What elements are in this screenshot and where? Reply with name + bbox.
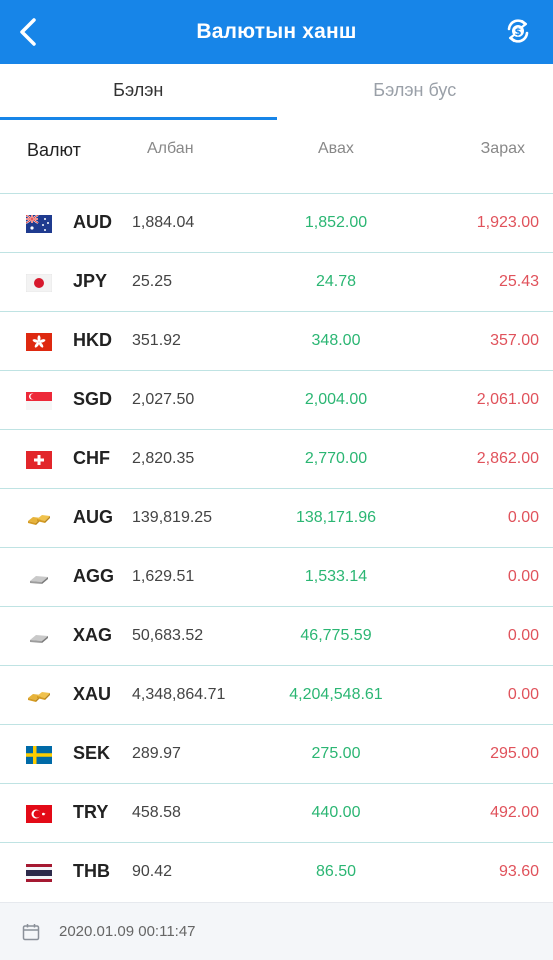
currency-code: SEK [73, 743, 111, 763]
page-title: Валютын ханш [196, 20, 357, 43]
sell-rate: 492.00 [490, 804, 539, 821]
buy-rate: 275.00 [311, 745, 361, 762]
currency-code: XAU [73, 684, 112, 704]
table-row[interactable]: AUG 139,819.25 138,171.96 0.00 [0, 489, 553, 548]
se-flag-icon [26, 746, 52, 764]
column-header-buy: Авах [318, 140, 354, 157]
official-rate: 139,819.25 [132, 509, 213, 526]
sell-rate: 25.43 [498, 273, 539, 290]
svg-text:$: $ [515, 27, 522, 38]
tab-bar: Бэлэн Бэлэн бус [0, 64, 553, 120]
buy-rate: 46,775.59 [300, 627, 372, 644]
currency-code: AUD [73, 212, 112, 232]
footer: 2020.01.09 00:11:47 [0, 902, 553, 960]
sell-rate: 1,923.00 [476, 214, 539, 231]
rates-table: Валют Албан Авах Зарах AUD 1,884.04 1,85… [0, 120, 553, 902]
gold-bars-icon [28, 692, 50, 702]
currency-code: HKD [73, 330, 112, 350]
official-rate: 458.58 [132, 804, 181, 821]
buy-rate: 1,852.00 [304, 214, 368, 231]
buy-rate: 24.78 [315, 273, 357, 290]
silver-bar-icon [30, 635, 48, 643]
jp-flag-icon [26, 274, 52, 292]
currency-code: TRY [73, 802, 109, 822]
sell-rate: 2,061.00 [476, 391, 539, 408]
buy-rate: 440.00 [311, 804, 361, 821]
sell-rate: 357.00 [490, 332, 539, 349]
official-rate: 289.97 [132, 745, 181, 762]
column-header-official: Албан [147, 140, 194, 157]
table-header: Валют Албан Авах Зарах [0, 120, 553, 194]
table-row[interactable]: TRY 458.58 440.00 492.00 [0, 784, 553, 843]
currency-code: JPY [73, 271, 108, 291]
sell-rate: 2,862.00 [476, 450, 539, 467]
column-header-currency: Валют [27, 140, 81, 160]
sell-rate: 0.00 [507, 509, 539, 526]
official-rate: 4,348,864.71 [132, 686, 226, 703]
sell-rate: 93.60 [498, 863, 539, 880]
currency-code: AUG [73, 507, 113, 527]
currency-code: XAG [73, 625, 113, 645]
table-row[interactable]: AUD 1,884.04 1,852.00 1,923.00 [0, 194, 553, 253]
table-row[interactable]: SEK 289.97 275.00 295.00 [0, 725, 553, 784]
au-flag-icon [26, 215, 52, 233]
currency-code: CHF [73, 448, 110, 468]
calendar-icon [22, 924, 40, 941]
official-rate: 25.25 [132, 273, 173, 290]
column-header-sell: Зарах [480, 140, 525, 157]
gold-bars-icon [28, 515, 50, 525]
table-row[interactable]: THB 90.42 86.50 93.60 [0, 843, 553, 902]
currency-exchange-icon: $ [507, 19, 529, 43]
buy-rate: 86.50 [315, 863, 357, 880]
silver-bar-icon [30, 576, 48, 584]
table-row[interactable]: HKD 351.92 348.00 357.00 [0, 312, 553, 371]
th-flag-icon [26, 864, 52, 882]
app-bar: Валютын ханш $ [0, 0, 553, 64]
table-row[interactable]: CHF 2,820.35 2,770.00 2,862.00 [0, 430, 553, 489]
currency-code: THB [73, 861, 110, 881]
official-rate: 50,683.52 [132, 627, 204, 644]
buy-rate: 348.00 [311, 332, 361, 349]
official-rate: 1,629.51 [132, 568, 195, 585]
sg-flag-icon [26, 392, 52, 410]
ch-flag-icon [26, 451, 52, 469]
currency-code: AGG [73, 566, 115, 586]
table-row[interactable]: SGD 2,027.50 2,004.00 2,061.00 [0, 371, 553, 430]
last-updated-timestamp: 2020.01.09 00:11:47 [59, 923, 196, 940]
official-rate: 2,027.50 [132, 391, 195, 408]
table-row[interactable]: XAU 4,348,864.71 4,204,548.61 0.00 [0, 666, 553, 725]
buy-rate: 4,204,548.61 [289, 686, 383, 703]
sell-rate: 0.00 [507, 627, 539, 644]
official-rate: 1,884.04 [132, 214, 195, 231]
hk-flag-icon [26, 333, 52, 351]
official-rate: 90.42 [132, 863, 173, 880]
tr-flag-icon [26, 805, 52, 823]
currency-exchange-button[interactable]: $ [501, 14, 535, 48]
table-row[interactable]: JPY 25.25 24.78 25.43 [0, 253, 553, 312]
table-row[interactable]: XAG 50,683.52 46,775.59 0.00 [0, 607, 553, 666]
sell-rate: 295.00 [490, 745, 539, 762]
official-rate: 2,820.35 [132, 450, 195, 467]
sell-rate: 0.00 [507, 568, 539, 585]
official-rate: 351.92 [132, 332, 181, 349]
table-row[interactable]: AGG 1,629.51 1,533.14 0.00 [0, 548, 553, 607]
currency-code: SGD [73, 389, 113, 409]
buy-rate: 138,171.96 [295, 509, 377, 526]
buy-rate: 1,533.14 [304, 568, 368, 585]
tab-non-cash[interactable]: Бэлэн бус [277, 64, 553, 120]
sell-rate: 0.00 [507, 686, 539, 703]
tab-cash[interactable]: Бэлэн [0, 64, 277, 120]
buy-rate: 2,770.00 [304, 450, 368, 467]
rates-list: AUD 1,884.04 1,852.00 1,923.00 JPY 25.25… [0, 194, 553, 902]
buy-rate: 2,004.00 [304, 391, 368, 408]
